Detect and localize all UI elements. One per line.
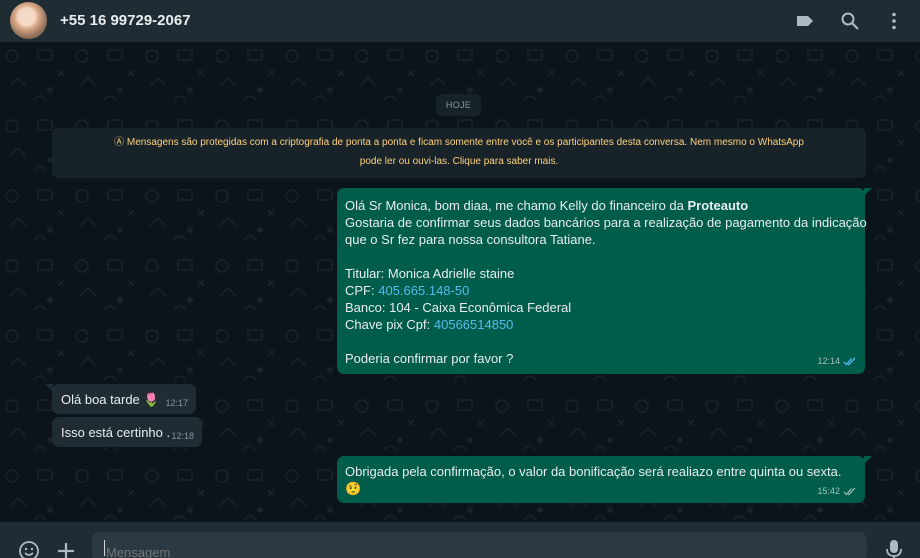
label-icon[interactable] — [795, 11, 815, 31]
emoji-icon[interactable] — [18, 540, 40, 558]
tulip-emoji: 🌷 — [143, 392, 160, 407]
encryption-notice[interactable]: Ⓐ Mensagens são protegidas com a criptog… — [52, 128, 866, 178]
message-line: Olá Sr Monica, bom diaa, me chamo Kelly … — [345, 197, 857, 214]
message-meta: 12:14 — [817, 353, 857, 370]
message-meta: 12:18 — [171, 428, 194, 445]
raised-eyebrow-emoji: 🤨 — [345, 481, 362, 496]
message-time: 12:14 — [817, 356, 840, 366]
message-line: Titular: Monica Adrielle staine — [345, 266, 515, 281]
cpf-label: CPF: — [345, 283, 379, 298]
message-meta: 15:42 — [817, 483, 857, 500]
pix-label: Chave pix Cpf: — [345, 317, 434, 332]
message-line: que o Sr fez para nossa consultora Tatia… — [345, 232, 596, 247]
message-list[interactable]: HOJE Ⓐ Mensagens são protegidas com a cr… — [0, 42, 920, 522]
message-time: 12:18 — [171, 431, 194, 441]
search-icon[interactable] — [840, 11, 860, 31]
attach-plus-icon[interactable] — [56, 541, 76, 558]
chat-header: +55 16 99729-2067 — [0, 0, 920, 42]
cpf-link[interactable]: 405.665.148-50 — [378, 283, 469, 298]
message-text: Isso está certinho . — [61, 425, 171, 440]
bubble-tail — [864, 456, 872, 464]
kebab-menu-icon[interactable] — [884, 11, 904, 31]
encryption-notice-line1: Ⓐ Mensagens são protegidas com a criptog… — [114, 137, 804, 148]
message-text: Obrigada pela confirmação, o valor da bo… — [345, 464, 842, 479]
outgoing-message[interactable]: Obrigada pela confirmação, o valor da bo… — [337, 456, 872, 503]
pix-link[interactable]: 40566514850 — [434, 317, 514, 332]
message-line: Poderia confirmar por favor ? — [345, 351, 514, 366]
message-meta: 12:17 — [165, 395, 188, 412]
date-separator: HOJE — [436, 94, 481, 116]
bubble-tail — [864, 188, 872, 196]
message-input[interactable] — [92, 532, 867, 558]
pix-line: Chave pix Cpf: 40566514850 — [345, 316, 857, 333]
message-line: Banco: 104 - Caixa Econômica Federal — [345, 300, 572, 315]
contact-name[interactable]: +55 16 99729-2067 — [60, 12, 191, 29]
text-caret — [104, 540, 105, 556]
message-time: 12:17 — [165, 398, 188, 408]
message-text: Olá boa tarde — [61, 392, 140, 407]
composer — [0, 522, 920, 558]
message-text: Olá Sr Monica, bom diaa, me chamo Kelly … — [345, 198, 688, 213]
encryption-notice-line2: pode ler ou ouvi-las. Clique para saber … — [359, 156, 559, 167]
cpf-line: CPF: 405.665.148-50 — [345, 282, 857, 299]
incoming-message[interactable]: Olá boa tarde 🌷 12:17 — [45, 384, 196, 414]
outgoing-message[interactable]: Olá Sr Monica, bom diaa, me chamo Kelly … — [337, 188, 872, 374]
incoming-message[interactable]: Isso está certinho . 12:18 — [52, 417, 202, 447]
message-line: Gostaria de confirmar seus dados bancári… — [345, 215, 867, 230]
message-time: 15:42 — [817, 486, 840, 496]
bubble-tail — [45, 384, 53, 392]
company-name: Proteauto — [687, 198, 749, 213]
read-ticks-icon — [843, 357, 856, 366]
delivered-ticks-icon — [843, 487, 856, 496]
contact-avatar[interactable] — [10, 2, 47, 39]
microphone-icon[interactable] — [885, 539, 903, 558]
